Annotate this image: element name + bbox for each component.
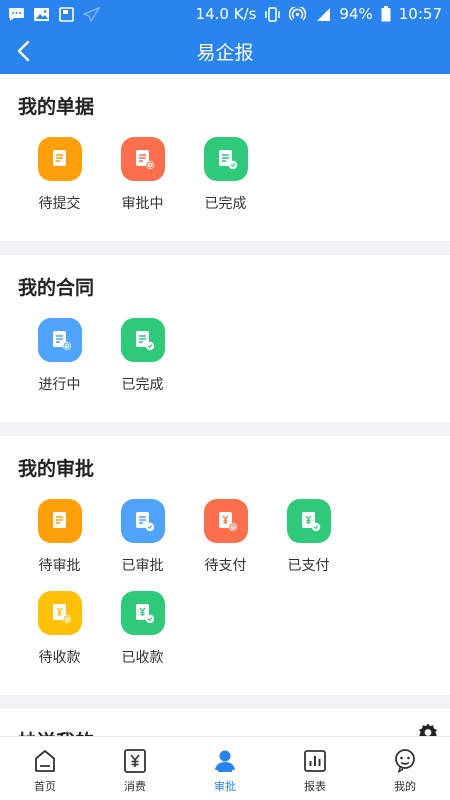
section-my-approvals: 我的审批 待审批 已审批 待支付 已支付待收款 已收款 — [0, 436, 450, 695]
tab-label: 我的 — [394, 780, 416, 793]
document-icon — [37, 499, 82, 543]
item-label: 已完成 — [204, 196, 247, 212]
tab-expense[interactable]: 消费 — [90, 737, 180, 800]
tab-label: 审批 — [214, 780, 236, 793]
document-clock-icon — [37, 318, 82, 362]
hotspot-icon — [289, 6, 307, 21]
signal-icon — [317, 7, 331, 21]
grid-item[interactable]: 待审批 — [18, 499, 101, 591]
battery-icon — [381, 6, 391, 22]
image-icon — [34, 7, 49, 21]
home-icon — [35, 750, 55, 772]
grid-item[interactable]: 已收款 — [101, 591, 184, 683]
yuan-check-icon — [120, 591, 165, 635]
item-label: 待支付 — [204, 558, 247, 574]
message-icon — [9, 7, 24, 21]
section-cc-to-me: 抄送我的 — [0, 709, 450, 736]
page-title: 易企报 — [196, 41, 254, 64]
yuan-clock-icon — [37, 591, 82, 635]
bar-chart-icon — [304, 750, 326, 772]
section-title: 抄送我的 — [18, 727, 432, 736]
header: 易企报 — [0, 28, 450, 74]
yuan-receipt-icon — [124, 749, 146, 773]
document-check-icon — [203, 137, 248, 181]
section-divider — [0, 695, 450, 709]
grid-item[interactable]: 已审批 — [101, 499, 184, 591]
item-label: 已审批 — [121, 558, 164, 574]
grid-item[interactable]: 待支付 — [184, 499, 267, 591]
item-label: 已支付 — [287, 558, 330, 574]
document-clock-icon — [120, 137, 165, 181]
section-divider — [0, 422, 450, 436]
yuan-check-icon — [286, 499, 331, 543]
send-icon — [83, 6, 100, 22]
item-grid: 待审批 已审批 待支付 已支付待收款 已收款 — [18, 499, 432, 683]
section-title: 我的审批 — [18, 458, 95, 480]
status-right: 14.0 K/s 94% 10:57 — [196, 5, 442, 23]
status-left — [8, 6, 100, 22]
tab-label: 报表 — [304, 780, 326, 793]
grid-item[interactable]: 审批中 — [101, 137, 184, 229]
item-label: 进行中 — [38, 377, 81, 393]
item-label: 已收款 — [121, 650, 164, 666]
section-my-documents: 我的单据 待提交 审批中 已完成 — [0, 74, 450, 241]
grid-item[interactable]: 已支付 — [267, 499, 350, 591]
yuan-clock-icon — [203, 499, 248, 543]
section-my-contracts: 我的合同 进行中 已完成 — [0, 255, 450, 422]
sd-card-icon — [59, 6, 74, 22]
grid-item[interactable]: 已完成 — [101, 318, 184, 410]
bottom-tab-bar: 首页 消费 审批 报表 我的 — [0, 736, 450, 800]
network-speed: 14.0 K/s — [195, 5, 257, 23]
grid-item[interactable]: 已完成 — [184, 137, 267, 229]
item-label: 待提交 — [38, 196, 81, 212]
item-label: 待收款 — [38, 650, 81, 666]
section-title: 我的合同 — [18, 277, 95, 299]
section-title: 我的单据 — [18, 96, 95, 118]
back-arrow-icon[interactable] — [12, 37, 38, 65]
item-label: 审批中 — [121, 196, 164, 212]
item-grid: 进行中 已完成 — [18, 318, 432, 410]
user-approval-icon — [215, 750, 235, 772]
status-bar: 14.0 K/s 94% 10:57 — [0, 0, 450, 28]
profile-face-icon — [395, 749, 415, 774]
tab-mine[interactable]: 我的 — [360, 737, 450, 800]
main-content: 我的单据 待提交 审批中 已完成 我的合同 进行中 已完成 我的审批 待审批 已审批 待支… — [0, 74, 450, 736]
item-label: 已完成 — [121, 377, 164, 393]
item-label: 待审批 — [38, 558, 81, 574]
document-check-icon — [120, 318, 165, 362]
document-icon — [37, 137, 82, 181]
tab-approval[interactable]: 审批 — [180, 737, 270, 800]
grid-item[interactable]: 进行中 — [18, 318, 101, 410]
battery-percent: 94% — [339, 5, 373, 23]
tab-home[interactable]: 首页 — [0, 737, 90, 800]
tab-label: 消费 — [124, 780, 146, 793]
tab-reports[interactable]: 报表 — [270, 737, 360, 800]
item-grid: 待提交 审批中 已完成 — [18, 137, 432, 229]
tab-label: 首页 — [34, 780, 56, 793]
clock: 10:57 — [398, 5, 442, 23]
grid-item[interactable]: 待收款 — [18, 591, 101, 683]
vibrate-icon — [265, 6, 281, 22]
grid-item[interactable]: 待提交 — [18, 137, 101, 229]
document-check-icon — [120, 499, 165, 543]
section-divider — [0, 241, 450, 255]
